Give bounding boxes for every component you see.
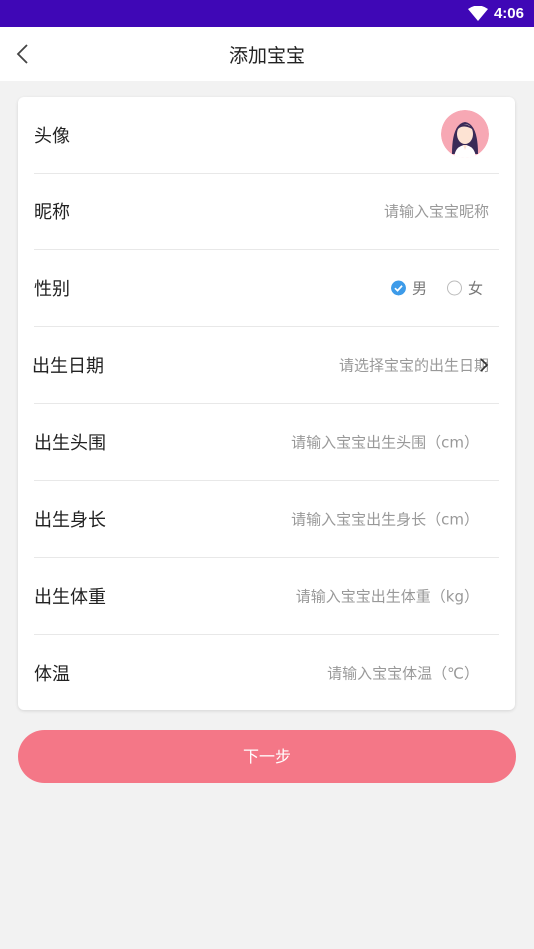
gender-option-female[interactable]: 女 <box>441 278 483 299</box>
gender-label: 性别 <box>34 279 70 300</box>
gender-female-label: 女 <box>467 279 483 298</box>
birth-weight-row[interactable]: 出生体重 请输入宝宝出生体重（kg） <box>34 558 499 635</box>
head-circumference-input[interactable]: 请输入宝宝出生头围（cm） <box>291 432 479 453</box>
avatar-image[interactable] <box>441 110 489 158</box>
nickname-label: 昵称 <box>34 202 70 223</box>
birthdate-picker[interactable]: 请选择宝宝的出生日期 <box>339 355 489 376</box>
birth-weight-input[interactable]: 请输入宝宝出生体重（kg） <box>296 586 479 607</box>
app-bar: 添加宝宝 <box>0 27 534 81</box>
birth-length-input[interactable]: 请输入宝宝出生身长（cm） <box>291 509 479 530</box>
gender-selector: 男 女 <box>377 278 483 299</box>
page-title: 添加宝宝 <box>228 45 305 67</box>
next-step-button[interactable]: 下一步 <box>18 730 516 783</box>
nickname-input[interactable]: 请输入宝宝昵称 <box>384 201 489 222</box>
head-circumference-row[interactable]: 出生头围 请输入宝宝出生头围（cm） <box>34 404 499 481</box>
avatar-label: 头像 <box>34 126 70 147</box>
checked-radio-icon <box>390 280 406 296</box>
temperature-label: 体温 <box>34 664 70 685</box>
gender-row: 性别 男 女 <box>34 250 499 327</box>
head-circumference-label: 出生头围 <box>34 433 106 454</box>
nickname-row[interactable]: 昵称 请输入宝宝昵称 <box>34 173 499 250</box>
avatar-row[interactable]: 头像 <box>34 97 499 174</box>
birth-weight-label: 出生体重 <box>34 587 106 608</box>
gender-option-male[interactable]: 男 <box>390 278 427 299</box>
status-time: 4:06 <box>493 5 524 22</box>
temperature-row[interactable]: 体温 请输入宝宝体温（℃） <box>34 635 499 711</box>
wifi-icon <box>468 6 488 21</box>
birth-length-label: 出生身长 <box>34 510 106 531</box>
birthdate-label: 出生日期 <box>32 356 104 377</box>
chevron-right-icon <box>480 358 489 372</box>
status-bar: 4:06 <box>0 0 534 27</box>
birthdate-row[interactable]: 出生日期 请选择宝宝的出生日期 <box>32 327 499 404</box>
gender-male-label: 男 <box>411 279 427 298</box>
baby-form-card: 头像 昵称 请输入宝宝昵称 性别 男 女 出生日期 请选择宝宝的出生日期 出生头… <box>18 97 515 710</box>
birth-length-row[interactable]: 出生身长 请输入宝宝出生身长（cm） <box>34 481 499 558</box>
temperature-input[interactable]: 请输入宝宝体温（℃） <box>327 663 479 684</box>
unchecked-radio-icon <box>446 280 462 296</box>
